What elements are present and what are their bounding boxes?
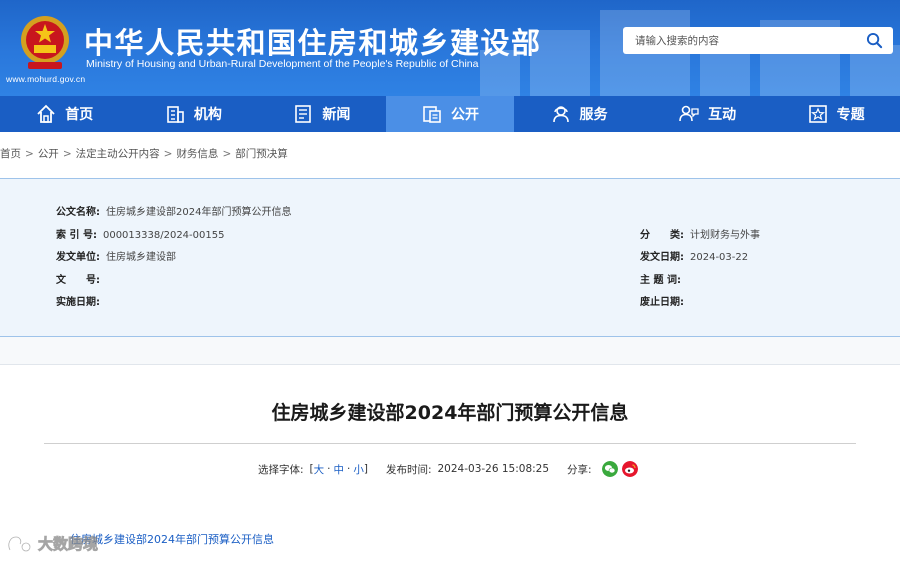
attachment-link[interactable]: 住房城乡建设部2024年部门预算公开信息 (70, 531, 274, 547)
breadcrumb-disclosure[interactable]: 公开 (38, 148, 59, 160)
info-effective: 实施日期: (56, 293, 106, 308)
info-label: 主 题 词: (640, 275, 681, 286)
home-icon (37, 104, 55, 123)
info-value: 住房城乡建设部 (106, 252, 176, 263)
info-doc-name: 公文名称: 住房城乡建设部2024年部门预算公开信息 (56, 203, 291, 218)
breadcrumb-budget[interactable]: 部门预决算 (235, 148, 288, 160)
watermark-logo-icon (7, 535, 32, 552)
breadcrumb-finance[interactable]: 财务信息 (176, 148, 218, 160)
info-expiry: 废止日期: (640, 293, 690, 308)
watermark-text: 大数跨境 (38, 535, 99, 554)
topic-icon (808, 105, 827, 123)
info-value: 000013338/2024-00155 (102, 230, 225, 241)
nav-label: 新闻 (322, 107, 351, 123)
site-header: www.mohurd.gov.cn 中华人民共和国住房和城乡建设部 Minist… (0, 0, 900, 96)
watermark: 大数跨境 (6, 533, 98, 554)
font-size-label: 选择字体: (258, 463, 304, 476)
font-small-button[interactable]: 小 (353, 462, 364, 477)
info-keywords: 主 题 词: (640, 271, 687, 286)
nav-item-org[interactable]: 机构 (129, 96, 258, 132)
interaction-icon (679, 105, 699, 122)
info-label: 实施日期: (56, 297, 100, 308)
nav-item-interaction[interactable]: 互动 (643, 96, 772, 132)
info-label: 发文单位: (56, 252, 100, 263)
news-icon (295, 105, 312, 123)
info-index: 索 引 号: 000013338/2024-00155 (56, 226, 224, 241)
info-label: 公文名称: (56, 207, 100, 218)
bracket-close: ] (363, 463, 368, 475)
document-info-panel: 公文名称: 住房城乡建设部2024年部门预算公开信息 索 引 号: 00001333… (0, 178, 900, 337)
info-doc-no: 文 号: (56, 271, 106, 286)
nav-label: 首页 (65, 107, 94, 123)
nav-label: 服务 (579, 107, 608, 123)
disclosure-icon (423, 106, 441, 123)
site-subtitle: Ministry of Housing and Urban-Rural Deve… (86, 58, 479, 70)
info-value: 计划财务与外事 (690, 230, 760, 241)
search-icon[interactable] (866, 32, 883, 49)
building-icon (167, 106, 184, 123)
article-title: 住房城乡建设部2024年部门预算公开信息 (271, 402, 629, 424)
share-label: 分享: (567, 463, 592, 476)
title-divider (44, 443, 856, 444)
info-label: 分 类: (640, 230, 684, 241)
separator-band (0, 337, 900, 365)
font-medium-button[interactable]: 中 (334, 462, 345, 477)
nav-label: 公开 (450, 107, 479, 123)
article-meta: 选择字体: [ 大 · 中 · 小 ] 发布时间: 2024-03-26 15:… (258, 461, 638, 477)
main-nav: 首页 机构 新闻 公开 服务 互动 专题 (0, 96, 900, 132)
info-label: 文 号: (56, 275, 100, 286)
national-emblem-icon (21, 16, 69, 69)
info-value: 住房城乡建设部2024年部门预算公开信息 (106, 207, 292, 218)
font-large-button[interactable]: 大 (314, 462, 325, 477)
service-icon (552, 106, 569, 123)
nav-item-news[interactable]: 新闻 (257, 96, 386, 132)
nav-item-topic[interactable]: 专题 (771, 96, 900, 132)
nav-item-service[interactable]: 服务 (514, 96, 643, 132)
info-issuer: 发文单位: 住房城乡建设部 (56, 248, 176, 263)
publish-time: 2024-03-26 15:08:25 (437, 463, 550, 475)
nav-label: 互动 (708, 107, 737, 123)
search-input[interactable] (623, 27, 858, 54)
info-value: 2024-03-22 (690, 252, 749, 263)
font-separator: · (327, 463, 331, 475)
wechat-icon[interactable] (601, 461, 618, 477)
nav-label: 机构 (193, 107, 222, 123)
nav-item-home[interactable]: 首页 (0, 96, 129, 132)
breadcrumb-home[interactable]: 首页 (0, 148, 21, 160)
site-url: www.mohurd.gov.cn (6, 74, 86, 84)
weibo-icon[interactable] (621, 461, 638, 477)
site-title[interactable]: 中华人民共和国住房和城乡建设部 (84, 20, 542, 62)
breadcrumb-statutory[interactable]: 法定主动公开内容 (76, 148, 160, 160)
info-issue-date: 发文日期: 2024-03-22 (640, 248, 748, 263)
nav-label: 专题 (836, 107, 865, 123)
search-box (623, 27, 893, 54)
publish-time-label: 发布时间: (385, 463, 432, 476)
breadcrumb: 首页 > 公开 > 法定主动公开内容 > 财务信息 > 部门预决算 (0, 148, 288, 160)
info-label: 废止日期: (640, 297, 684, 308)
info-category: 分 类: 计划财务与外事 (640, 226, 760, 241)
info-label: 发文日期: (640, 252, 684, 263)
info-label: 索 引 号: (56, 230, 97, 241)
nav-item-disclosure[interactable]: 公开 (385, 96, 515, 132)
font-separator: · (347, 463, 351, 475)
